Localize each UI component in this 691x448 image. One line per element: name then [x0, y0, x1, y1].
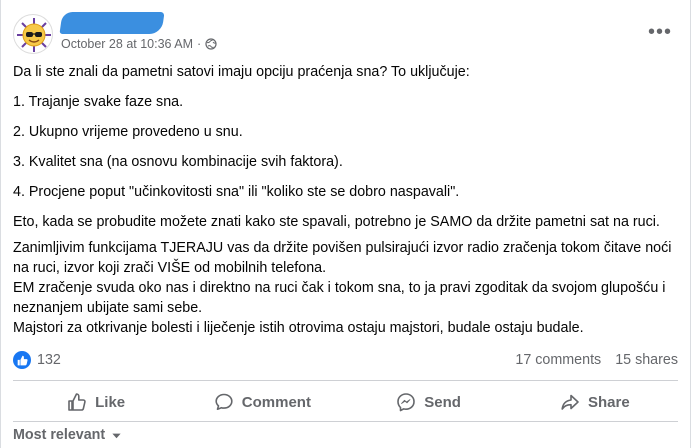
author-name-redacted[interactable]	[59, 12, 165, 34]
post-timestamp[interactable]: October 28 at 10:36 AM	[61, 37, 193, 51]
comment-sort-dropdown[interactable]: Most relevant	[13, 427, 122, 443]
post-paragraph: EM zračenje svuda oko nas i direktno na …	[13, 280, 666, 316]
globe-icon[interactable]	[205, 38, 217, 50]
reactions-bar: 132 17 comments 15 shares	[13, 349, 678, 371]
post-paragraph: Da li ste znali da pametni satovi imaju …	[13, 64, 470, 80]
like-button[interactable]: Like	[13, 384, 179, 420]
comment-bubble-icon	[215, 393, 233, 410]
share-button[interactable]: Share	[512, 384, 678, 420]
post-list-item: 3. Kvalitet sna (na osnovu kombinacije s…	[13, 154, 343, 170]
reaction-count[interactable]: 132	[37, 352, 61, 368]
post-paragraph: Zanimljivim funkcijama TJERAJU vas da dr…	[13, 240, 672, 276]
post-list-item: 1. Trajanje svake faze sna.	[13, 94, 184, 110]
share-label: Share	[588, 393, 630, 411]
engagement-counts: 17 comments 15 shares	[515, 352, 678, 368]
divider	[13, 380, 678, 381]
post-paragraph: Eto, kada se probudite možete znati kako…	[13, 214, 660, 230]
send-label: Send	[424, 393, 461, 411]
thumbs-up-icon	[68, 393, 86, 411]
sun-with-sunglasses-icon	[17, 18, 51, 52]
comments-count[interactable]: 17 comments	[515, 352, 601, 368]
thumbs-up-icon	[17, 355, 28, 365]
sort-label: Most relevant	[13, 427, 106, 443]
divider	[13, 421, 678, 422]
post-card: October 28 at 10:36 AM · ••• Da li ste z…	[0, 0, 691, 448]
post-header: October 28 at 10:36 AM · •••	[13, 12, 674, 56]
send-button[interactable]: Send	[346, 384, 512, 420]
action-bar: Like Comment Send Share	[13, 384, 678, 420]
avatar[interactable]	[13, 14, 53, 54]
messenger-icon	[397, 393, 416, 412]
comment-button[interactable]: Comment	[179, 384, 345, 420]
more-options-icon[interactable]: •••	[648, 22, 672, 42]
post-list-item: 2. Ukupno vrijeme provedeno u snu.	[13, 124, 243, 140]
post-paragraph: Majstori za otkrivanje bolesti i liječen…	[13, 320, 584, 336]
caret-down-icon	[112, 433, 121, 438]
more-options-glyph: •••	[648, 21, 673, 43]
shares-count[interactable]: 15 shares	[615, 352, 678, 368]
meta-separator: ·	[197, 37, 202, 51]
like-label: Like	[95, 393, 126, 411]
post-list-item: 4. Procjene poput "učinkovitosti sna" il…	[13, 184, 460, 200]
share-arrow-icon	[561, 394, 579, 410]
post-meta: October 28 at 10:36 AM ·	[61, 37, 217, 51]
post-body: Da li ste znali da pametni satovi imaju …	[13, 62, 676, 338]
like-reaction-icon[interactable]	[13, 351, 31, 369]
comment-label: Comment	[241, 393, 311, 411]
